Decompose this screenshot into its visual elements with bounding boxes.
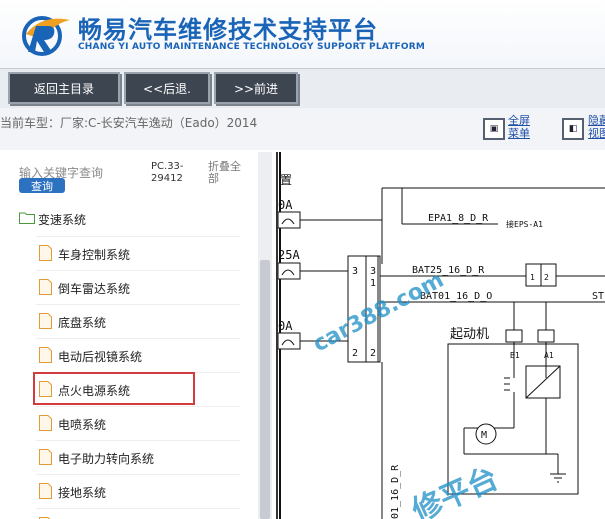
model-value: 厂家:C-长安汽车逸动（Eado）2014 bbox=[60, 116, 258, 130]
svg-text:1: 1 bbox=[530, 273, 535, 282]
tree-item-label: 底盘系统 bbox=[58, 316, 107, 330]
svg-text:1: 1 bbox=[370, 278, 376, 289]
document-icon bbox=[39, 415, 52, 431]
info-bar: 当前车型：厂家:C-长安汽车逸动（Eado）2014 ▣ 全屏 菜单 ◧ 隐藏 … bbox=[0, 108, 605, 150]
svg-text:3: 3 bbox=[370, 266, 376, 277]
scrollbar-thumb[interactable] bbox=[260, 260, 270, 519]
model-label: 当前车型： bbox=[0, 116, 61, 130]
pc-number: PC.33-29412 bbox=[151, 161, 184, 184]
wiring-diagram-svg: 置 0A 25A 0A EPA1_8_D_R 接EPS-A1 3 3 1 2 2… bbox=[278, 152, 605, 519]
header: 畅易汽车维修技术支持平台 CHANG YI AUTO MAINTENANCE T… bbox=[0, 0, 605, 68]
tree-item-label: 电动后视镜系统 bbox=[58, 350, 143, 364]
svg-text:A1: A1 bbox=[544, 351, 554, 360]
tree-item-ground[interactable]: 接地系统 bbox=[0, 475, 240, 509]
wiring-diagram: 置 0A 25A 0A EPA1_8_D_R 接EPS-A1 3 3 1 2 2… bbox=[276, 152, 605, 519]
view-toggle-link[interactable]: 隐藏 视图 bbox=[588, 114, 605, 140]
fuse1-label: 0A bbox=[278, 198, 293, 212]
watermark-url: car388.com bbox=[309, 268, 448, 358]
motor-label: M bbox=[481, 430, 487, 441]
label-top-left: 置 bbox=[280, 173, 292, 187]
logo-icon bbox=[22, 16, 70, 56]
watermark-text: 修平台 bbox=[406, 461, 503, 519]
tree-item-parking-radar[interactable]: 倒车雷达系统 bbox=[0, 271, 240, 305]
tree-item-power-mirror[interactable]: 电动后视镜系统 bbox=[0, 339, 240, 373]
document-icon bbox=[39, 245, 52, 261]
view-toggle-icon[interactable]: ◧ bbox=[562, 118, 584, 140]
tree-item-label: 电喷系统 bbox=[58, 418, 107, 432]
navigation-bar: 返回主目录 <<后退. >>前进 bbox=[0, 68, 605, 108]
document-icon bbox=[39, 347, 52, 363]
document-icon bbox=[39, 313, 52, 329]
document-icon bbox=[39, 449, 52, 465]
fuse2-label: 25A bbox=[278, 248, 300, 262]
tree-item-label: 接地系统 bbox=[58, 486, 107, 500]
tree-root-transmission[interactable]: 变速系统 bbox=[0, 202, 240, 236]
tree-item-label: 电子助力转向系统 bbox=[58, 452, 155, 466]
tree-item-label: 车身控制系统 bbox=[58, 248, 131, 262]
selection-highlight bbox=[33, 372, 195, 405]
document-icon bbox=[39, 483, 52, 499]
wire1-label: EPA1_8_D_R bbox=[428, 213, 489, 224]
svg-text:2: 2 bbox=[544, 273, 549, 282]
tree-item-chassis[interactable]: 底盘系统 bbox=[0, 305, 240, 339]
search-button[interactable]: 查询 bbox=[19, 178, 65, 193]
current-model: 当前车型：厂家:C-长安汽车逸动（Eado）2014 bbox=[0, 114, 257, 131]
bottom-wire-label: 01_16_D_R bbox=[390, 464, 401, 519]
back-button[interactable]: <<后退. bbox=[124, 72, 210, 104]
tree-item-efi[interactable]: 电喷系统 bbox=[0, 407, 240, 441]
wire1-target: 接EPS-A1 bbox=[506, 219, 543, 229]
fullscreen-link[interactable]: 全屏 菜单 bbox=[508, 114, 530, 140]
tree-item-next[interactable] bbox=[0, 509, 240, 519]
forward-button[interactable]: >>前进 bbox=[214, 72, 298, 104]
sidebar: 输入关键字查询 查询 PC.33-29412 折叠全部 变速系统 车身控制系统 … bbox=[0, 152, 272, 519]
fold-all-link[interactable]: 折叠全部 bbox=[208, 161, 248, 185]
svg-text:2: 2 bbox=[352, 348, 358, 359]
tree-root-label: 变速系统 bbox=[38, 213, 87, 227]
document-icon bbox=[39, 279, 52, 295]
svg-text:3: 3 bbox=[352, 266, 358, 277]
tree-item-body-control[interactable]: 车身控制系统 bbox=[0, 237, 240, 271]
svg-text:2: 2 bbox=[370, 348, 376, 359]
starter-label: 起动机 bbox=[450, 327, 489, 342]
tree-item-eps[interactable]: 电子助力转向系统 bbox=[0, 441, 240, 475]
home-button[interactable]: 返回主目录 bbox=[8, 72, 120, 104]
folder-icon bbox=[19, 212, 35, 224]
fuse3-label: 0A bbox=[278, 319, 293, 333]
app-subtitle: CHANG YI AUTO MAINTENANCE TECHNOLOGY SUP… bbox=[78, 42, 426, 52]
svg-text:B1: B1 bbox=[510, 351, 520, 360]
fullscreen-icon[interactable]: ▣ bbox=[483, 118, 505, 140]
tree-item-label: 倒车雷达系统 bbox=[58, 282, 131, 296]
app-title: 畅易汽车维修技术支持平台 bbox=[78, 16, 378, 44]
wire3-end: ST bbox=[592, 291, 604, 302]
